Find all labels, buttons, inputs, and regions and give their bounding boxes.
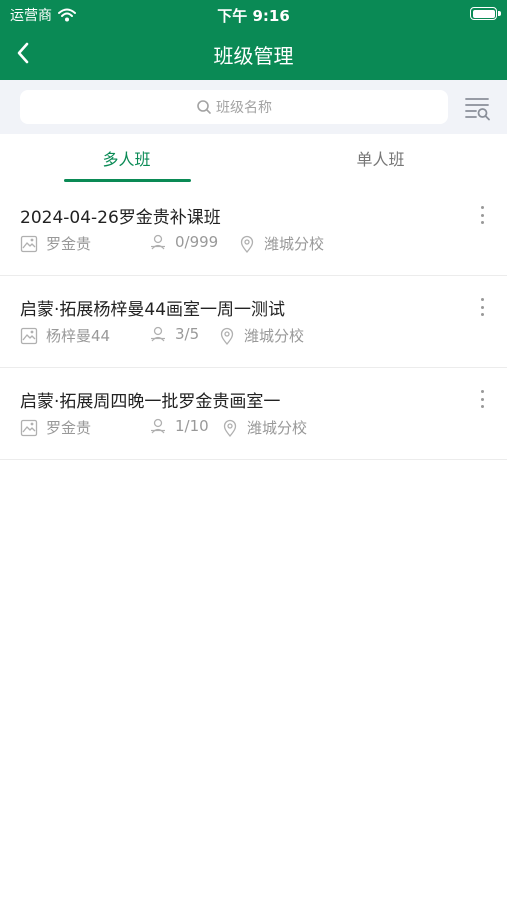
class-enrollment: 1/10	[149, 417, 209, 435]
filter-search-icon[interactable]	[465, 95, 491, 121]
active-tab-indicator	[64, 179, 191, 182]
class-type-tabs: 多人班 单人班	[0, 134, 507, 184]
more-options-button[interactable]	[477, 390, 487, 408]
campus-name: 潍城分校	[264, 235, 325, 253]
location-icon	[220, 327, 234, 345]
status-bar: 运营商 下午 9:16	[0, 0, 507, 28]
class-list-item[interactable]: 启蒙·拓展周四晚一批罗金贵画室一 罗金贵 1/10 潍城分校	[0, 368, 507, 460]
class-enrollment: 0/999	[149, 233, 218, 251]
class-name: 启蒙·拓展周四晚一批罗金贵画室一	[20, 392, 281, 412]
class-campus: 潍城分校	[218, 325, 304, 346]
enrollment-count: 3/5	[175, 325, 200, 343]
more-options-button[interactable]	[477, 206, 487, 224]
student-count-icon	[151, 418, 165, 434]
class-teacher: 杨梓曼44	[20, 325, 110, 346]
tab-group-class[interactable]: 多人班	[0, 134, 253, 184]
page-title: 班级管理	[213, 44, 294, 68]
status-time: 下午 9:16	[217, 7, 290, 25]
search-placeholder: 班级名称	[216, 100, 272, 116]
location-icon	[240, 235, 254, 253]
enrollment-count: 1/10	[175, 417, 209, 435]
teacher-icon	[20, 327, 38, 344]
teacher-name: 杨梓曼44	[46, 327, 111, 345]
teacher-name: 罗金贵	[46, 419, 92, 437]
class-teacher: 罗金贵	[20, 233, 91, 254]
search-input[interactable]: 班级名称	[20, 90, 448, 124]
search-icon	[197, 100, 211, 114]
class-list-item[interactable]: 2024-04-26罗金贵补课班 罗金贵 0/999 潍城分校	[0, 184, 507, 276]
student-count-icon	[151, 326, 165, 342]
app-header: 运营商 下午 9:16 班级管理	[0, 0, 507, 80]
class-name: 2024-04-26罗金贵补课班	[20, 208, 221, 228]
teacher-name: 罗金贵	[46, 235, 92, 253]
class-name: 启蒙·拓展杨梓曼44画室一周一测试	[20, 300, 286, 320]
class-list-item[interactable]: 启蒙·拓展杨梓曼44画室一周一测试 杨梓曼44 3/5 潍城分校	[0, 276, 507, 368]
teacher-icon	[20, 235, 38, 252]
teacher-icon	[20, 419, 38, 436]
more-options-button[interactable]	[477, 298, 487, 316]
enrollment-count: 0/999	[175, 233, 219, 251]
class-campus: 潍城分校	[221, 417, 307, 438]
search-bar-area: 班级名称	[0, 80, 507, 134]
class-campus: 潍城分校	[238, 233, 324, 254]
battery-icon	[470, 7, 497, 20]
tab-single-class[interactable]: 单人班	[254, 134, 507, 184]
class-enrollment: 3/5	[149, 325, 199, 343]
campus-name: 潍城分校	[244, 327, 305, 345]
campus-name: 潍城分校	[247, 419, 308, 437]
student-count-icon	[151, 234, 165, 250]
class-teacher: 罗金贵	[20, 417, 91, 438]
battery-cap	[498, 11, 501, 16]
location-icon	[223, 419, 237, 437]
class-list: 2024-04-26罗金贵补课班 罗金贵 0/999 潍城分校 启蒙·拓展杨梓曼…	[0, 184, 507, 460]
